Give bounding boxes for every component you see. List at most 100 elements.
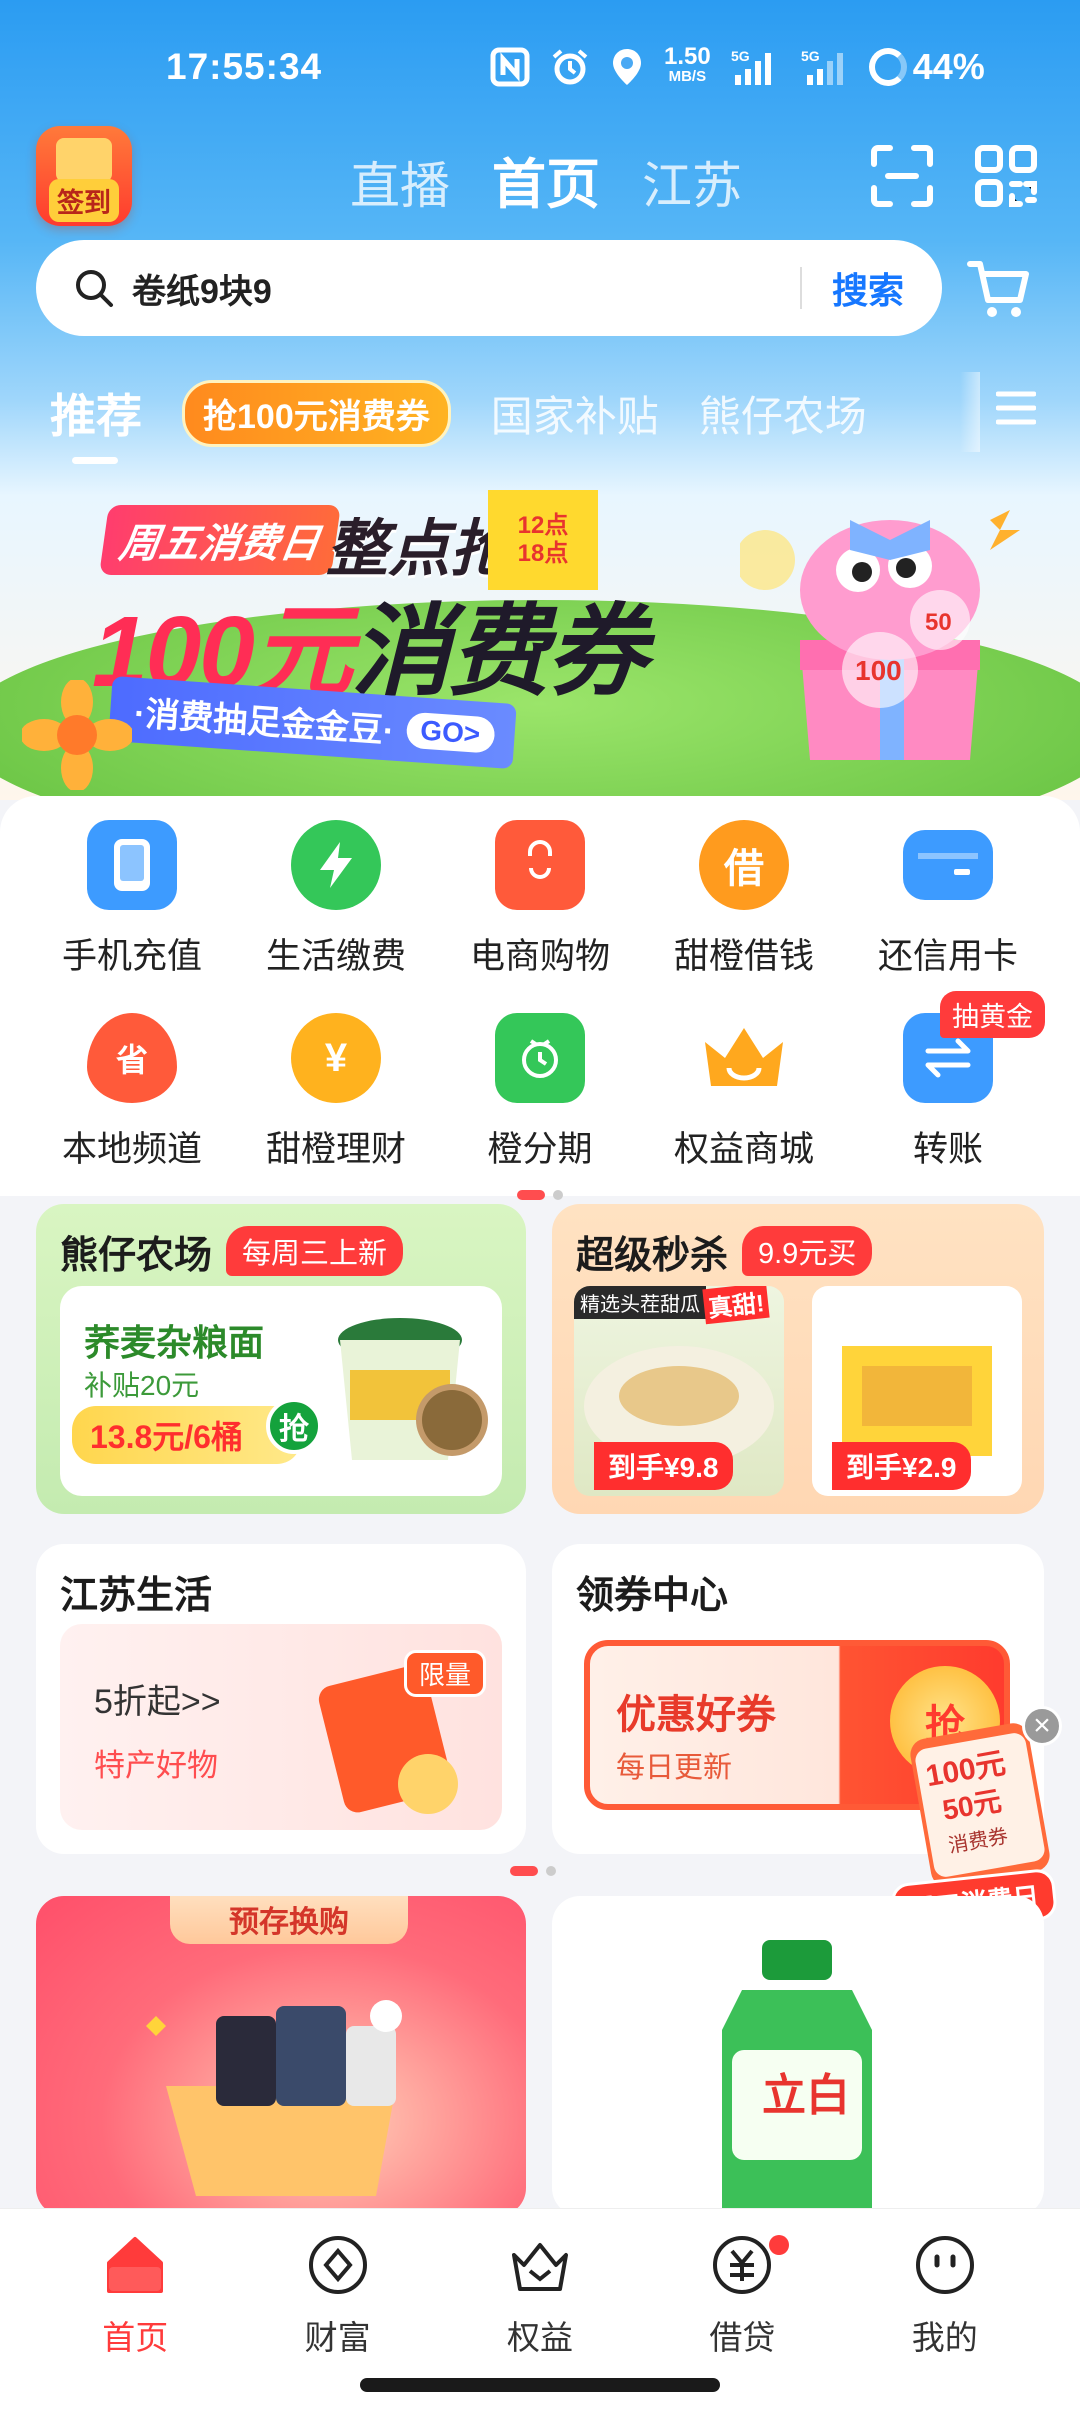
category-tab-recommend[interactable]: 推荐 [50,380,142,464]
borrow-icon: 借 [699,820,789,910]
flower-decoration-icon [22,680,132,790]
gift-box-icon [56,138,112,182]
service-label: 橙分期 [487,1130,593,1169]
checkin-label: 签到 [49,179,119,222]
service-local[interactable]: 省 本地频道 [37,1013,227,1172]
loan-notification-dot [769,2235,790,2255]
gift-mascot-icon: 100 50 [740,510,1020,760]
service-label: 手机充值 [61,937,202,976]
local-life-card[interactable]: 江苏生活 5折起>> 特产好物 限量 [36,1544,526,1854]
service-installment[interactable]: 橙分期 [445,1013,635,1172]
status-time: 17:55:34 [166,46,323,87]
search-input[interactable]: 卷纸9块9 [132,264,800,313]
close-icon[interactable]: × [1022,1706,1062,1746]
farm-product-sub: 补贴20元 [84,1370,200,1401]
flash-product-2[interactable]: 到手¥2.9 [812,1286,1022,1496]
banner-tag: 周五消费日 [99,505,341,575]
tab-home[interactable]: 首页 [492,140,600,219]
search-icon [76,270,113,307]
farm-product[interactable]: 荞麦杂粮面 补贴20元 13.8元/6桶 抢 [60,1286,502,1496]
nav-label: 首页 [102,2319,169,2356]
service-benefits-mall[interactable]: 权益商城 [649,1013,839,1172]
nav-wealth[interactable]: 财富 [253,2233,423,2359]
shopping-cart-devices-icon [146,2000,402,2196]
status-bar: 17:55:34 1.50 MB/S 5G 5G 44% [0,38,1080,98]
cart-icon[interactable] [966,256,1032,322]
cards-page-indicator [510,1866,556,1876]
nav-home[interactable]: 首页 [50,2233,220,2359]
farm-card[interactable]: 熊仔农场 每周三上新 荞麦杂粮面 补贴20元 13.8元/6桶 抢 [36,1204,526,1514]
banner-go-button[interactable]: GO> [405,711,496,754]
search-button[interactable]: 搜索 [832,262,904,314]
coupon-title: 领券中心 [576,1575,729,1617]
installment-icon [495,1013,585,1103]
tab-fade [960,372,980,452]
checkin-button[interactable]: 签到 [36,126,132,226]
flash-product-1-price: 到手¥9.8 [594,1442,733,1490]
category-tab-farm[interactable]: 熊仔农场 [699,383,867,444]
flash-title: 超级秒杀 [576,1235,729,1277]
category-tab-coupon[interactable]: 抢100元消费券 [182,379,451,447]
farm-product-name: 荞麦杂粮面 [84,1322,265,1363]
gold-lottery-badge: 抽黄金 [940,991,1045,1038]
service-label: 权益商城 [673,1130,814,1169]
tab-live[interactable]: 直播 [350,146,450,218]
service-label: 甜橙理财 [265,1130,406,1169]
flash-product-2-price: 到手¥2.9 [832,1442,971,1490]
nav-profile[interactable]: 我的 [860,2233,1030,2359]
status-icons: 1.50 MB/S 5G 5G 44% [490,45,985,88]
service-shopping[interactable]: 电商购物 [445,820,635,979]
product-card-detergent[interactable]: 立白 [552,1896,1044,2216]
nav-loan[interactable]: 借贷 [657,2233,827,2359]
service-label: 本地频道 [61,1130,202,1169]
service-transfer[interactable]: 抽黄金 转账 [853,991,1045,1172]
loan-icon [713,2236,772,2294]
signal-5g-icon: 5G [731,48,771,85]
services-row-2: 省 本地频道 ¥ 甜橙理财 橙分期 权益商城 抽黄金 转账 [0,991,1080,1172]
coupon-headline: 优惠好券 [616,1693,776,1737]
tab-region[interactable]: 江苏 [642,146,742,218]
category-tab-subsidy[interactable]: 国家补贴 [491,383,659,444]
nav-label: 财富 [304,2319,371,2356]
local-life-sub: 特产好物 [94,1748,218,1783]
credit-card-icon [903,830,993,900]
service-credit-card[interactable]: 还信用卡 [853,820,1043,979]
service-phone-recharge[interactable]: 手机充值 [37,820,227,979]
nav-benefits[interactable]: 权益 [455,2233,625,2359]
nav-label: 借贷 [709,2319,776,2356]
coin-icon: ¥ [291,1013,381,1103]
flash-badge: 9.9元买 [742,1226,873,1276]
service-utility-bill[interactable]: 生活缴费 [241,820,431,979]
scan-icon[interactable] [870,144,934,208]
menu-icon[interactable] [996,386,1036,430]
flash-sale-card[interactable]: 超级秒杀 9.9元买 精选头茬甜瓜 真甜! 到手¥9.8 到手¥2.9 [552,1204,1044,1514]
services-grid: 手机充值 生活缴费 电商购物 借 甜橙借钱 还信用卡 省 本地频道 ¥ 甜橙理财 [0,820,1080,1200]
qr-code-icon[interactable] [974,144,1038,208]
service-label: 还信用卡 [877,937,1018,976]
prestore-label: 预存换购 [170,1896,408,1944]
crown-icon [699,1013,789,1103]
service-label: 甜橙借钱 [673,937,814,976]
search-bar[interactable]: 卷纸9块9 搜索 [36,240,942,336]
coupon-sub: 每日更新 [616,1752,733,1784]
farm-grab-button[interactable]: 抢 [266,1398,322,1454]
location-icon: 省 [87,1013,177,1103]
page-dot [546,1866,556,1876]
local-life-title: 江苏生活 [60,1575,213,1617]
prestore-promo-card[interactable]: 预存换购 [36,1896,526,2216]
home-icon [107,2237,164,2293]
local-life-discount: 5折起>> [94,1683,221,1721]
svg-text:5G: 5G [731,48,750,64]
top-tabs: 直播 首页 江苏 [350,140,742,219]
home-indicator [360,2378,720,2392]
nfc-icon [490,47,530,87]
svg-text:50: 50 [925,609,952,636]
flash-product-1[interactable]: 精选头茬甜瓜 真甜! 到手¥9.8 [574,1286,784,1496]
services-row-1: 手机充值 生活缴费 电商购物 借 甜橙借钱 还信用卡 [0,820,1080,979]
service-label: 电商购物 [469,937,610,976]
service-label: 生活缴费 [265,937,406,976]
local-life-banner[interactable]: 5折起>> 特产好物 限量 [60,1624,502,1830]
phone-icon [87,820,177,910]
service-wealth[interactable]: ¥ 甜橙理财 [241,1013,431,1172]
service-borrow[interactable]: 借 甜橙借钱 [649,820,839,979]
